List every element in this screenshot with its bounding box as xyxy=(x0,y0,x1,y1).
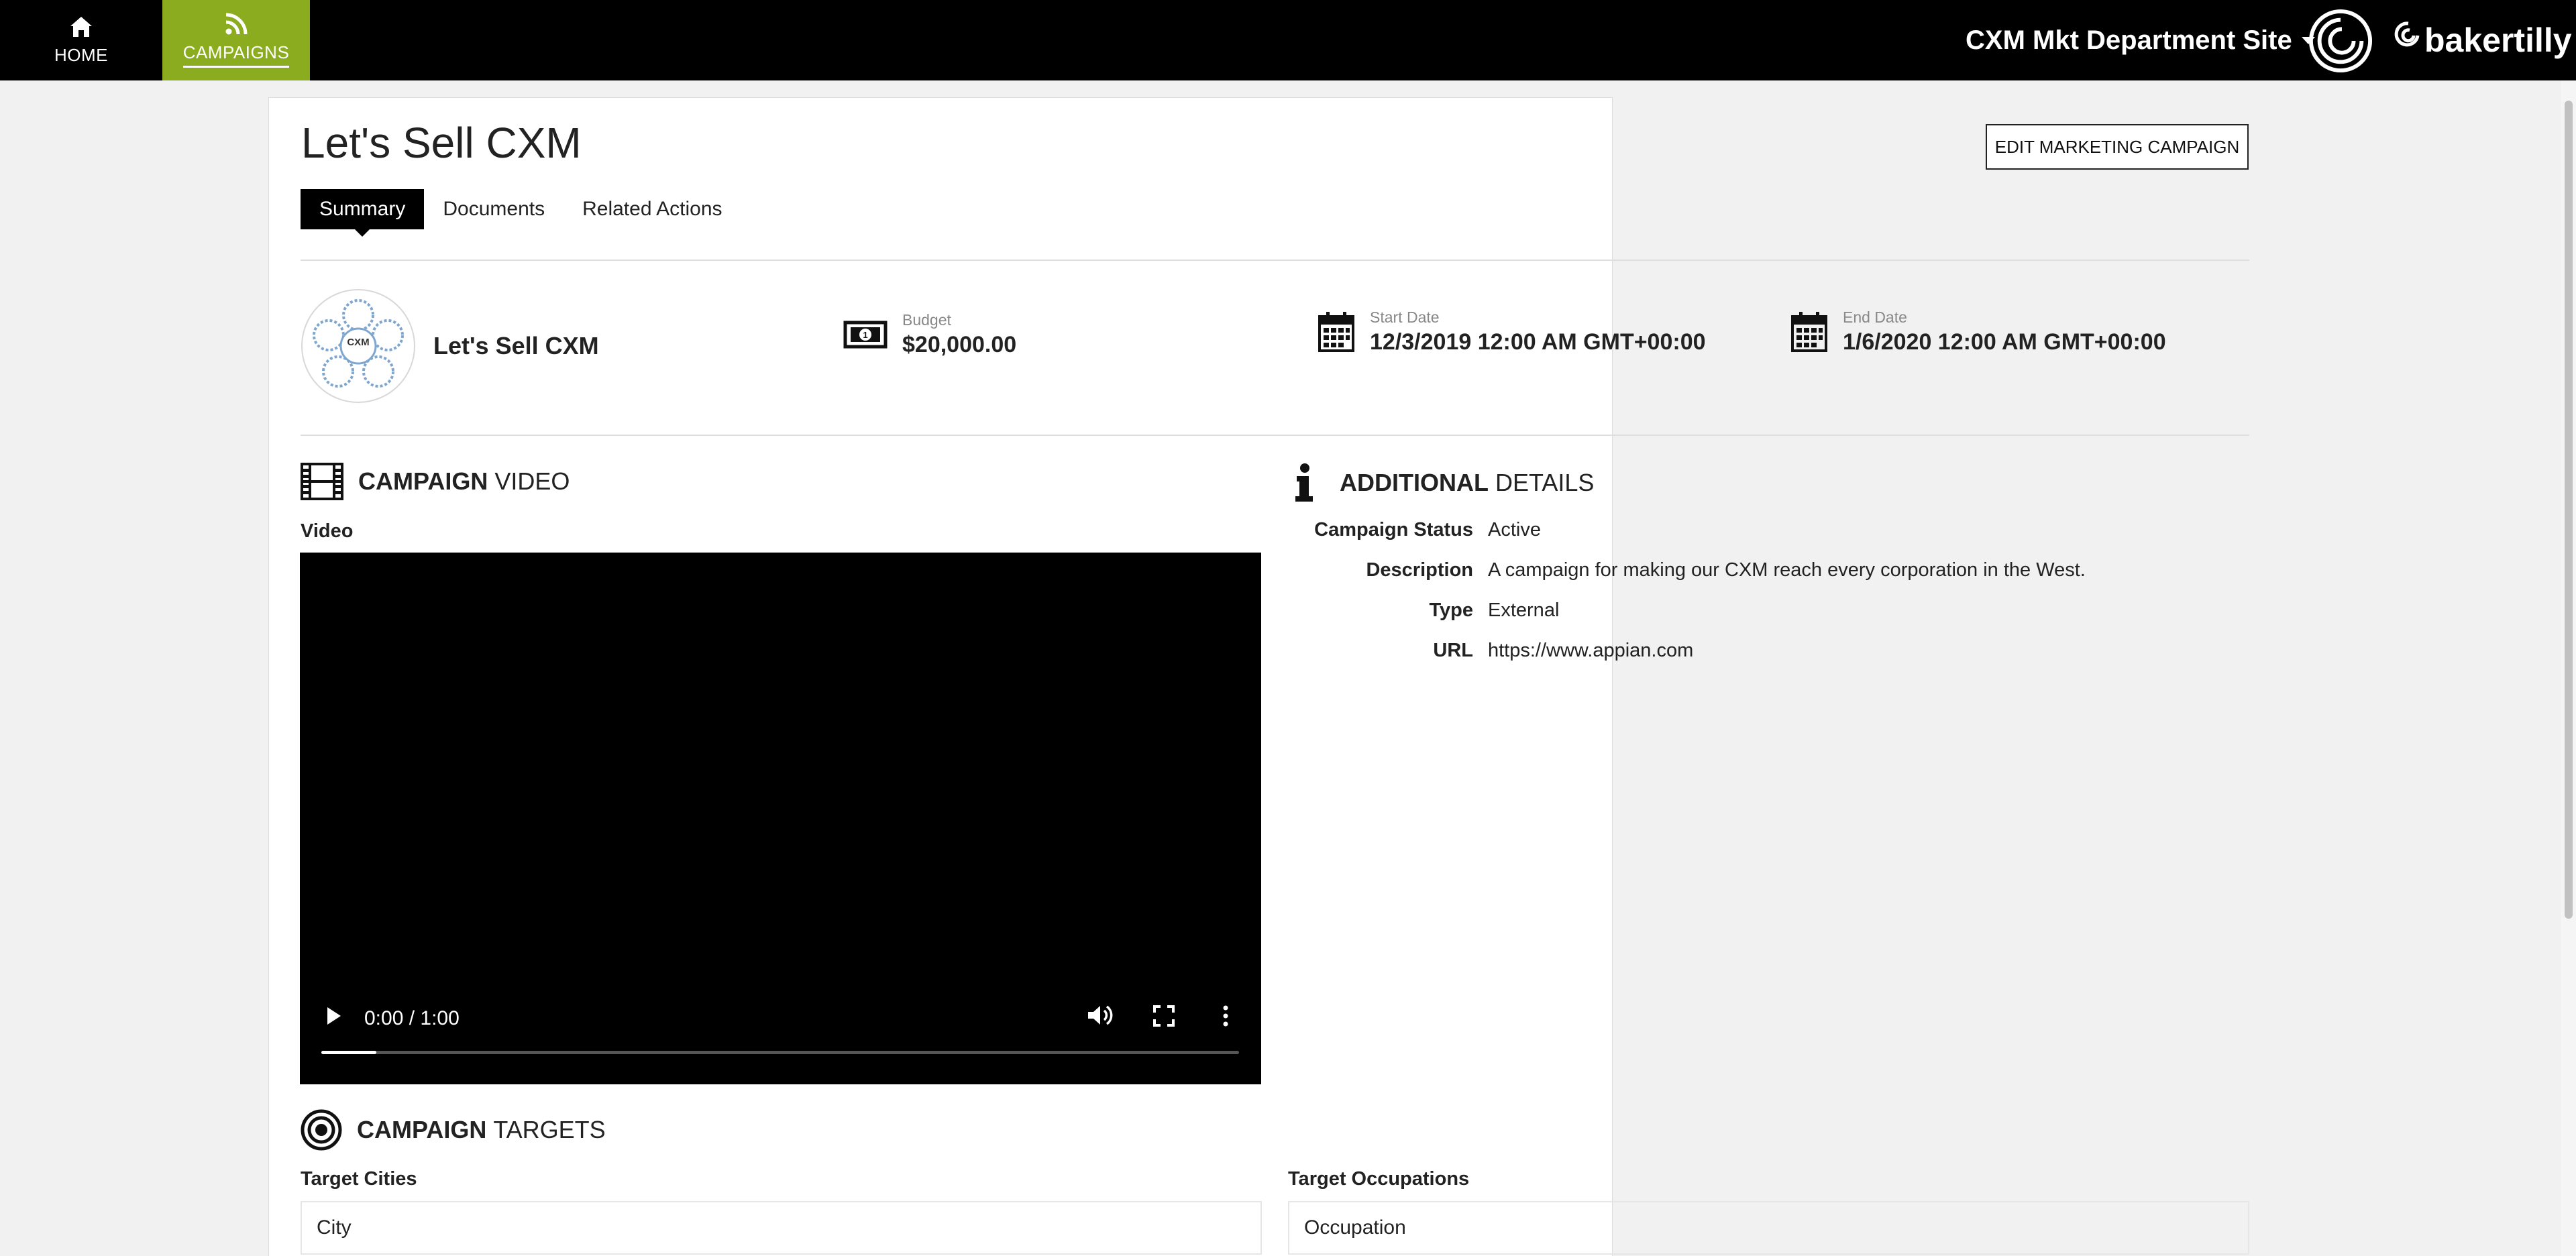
detail-key: Description xyxy=(1366,559,1473,581)
end-date-value: 1/6/2020 12:00 AM GMT+00:00 xyxy=(1843,329,2166,355)
calendar-icon xyxy=(1318,312,1354,352)
detail-value[interactable]: https://www.appian.com xyxy=(1488,640,1693,662)
nav-tab-campaigns[interactable]: CAMPAIGNS xyxy=(162,0,310,80)
play-icon[interactable] xyxy=(325,1006,343,1026)
details-list: Campaign Status Active Description A cam… xyxy=(1275,510,2086,671)
page-scrollbar[interactable] xyxy=(2561,80,2576,1256)
top-navigation-bar: HOME CAMPAIGNS CXM Mkt Department Site b… xyxy=(0,0,2576,80)
svg-text:1: 1 xyxy=(863,330,867,340)
city-column-header[interactable]: City xyxy=(317,1216,352,1239)
additional-details-heading: ADDITIONAL DETAILS xyxy=(1293,463,1594,503)
detail-value: A campaign for making our CXM reach ever… xyxy=(1488,559,2086,581)
fullscreen-icon[interactable] xyxy=(1153,1005,1175,1027)
section-title-bold: ADDITIONAL xyxy=(1340,469,1489,496)
video-player[interactable]: 0:00 / 1:00 xyxy=(300,553,1261,1084)
end-date-stat: End Date 1/6/2020 12:00 AM GMT+00:00 xyxy=(1790,308,2166,355)
brand-name: bakertilly xyxy=(2424,21,2572,59)
detail-key: Campaign Status xyxy=(1314,518,1473,540)
detail-value: External xyxy=(1488,599,1560,621)
home-icon xyxy=(70,16,92,37)
site-logo-icon xyxy=(2308,9,2373,73)
budget-label: Budget xyxy=(902,311,951,329)
campaign-video-heading: CAMPAIGN VIDEO xyxy=(301,463,570,500)
campaign-identity: CXM Let's Sell CXM xyxy=(301,288,599,404)
target-cities-label: Target Cities xyxy=(301,1168,417,1190)
detail-key: Type xyxy=(1429,599,1473,621)
tab-bar: Summary Documents Related Actions xyxy=(301,189,741,237)
budget-stat: 1 Budget $20,000.00 xyxy=(843,311,1016,358)
money-icon: 1 xyxy=(843,321,888,349)
divider xyxy=(301,260,2249,261)
section-title-bold: CAMPAIGN xyxy=(358,467,488,495)
target-icon xyxy=(301,1109,342,1151)
occupations-grid-header: Occupation xyxy=(1288,1201,2249,1255)
brand-swirl-icon xyxy=(2394,21,2420,47)
page-title: Let's Sell CXM xyxy=(301,119,582,167)
brand-logo: bakertilly xyxy=(2394,19,2572,62)
scrollbar-thumb[interactable] xyxy=(2565,101,2573,919)
tab-related-actions[interactable]: Related Actions xyxy=(564,189,741,229)
end-date-label: End Date xyxy=(1843,308,1907,326)
site-switcher[interactable]: CXM Mkt Department Site xyxy=(1966,25,2315,56)
detail-key: URL xyxy=(1433,639,1473,661)
start-date-stat: Start Date 12/3/2019 12:00 AM GMT+00:00 xyxy=(1318,308,1706,355)
video-progress-fill xyxy=(321,1051,377,1054)
more-options-icon[interactable] xyxy=(1222,1005,1230,1027)
campaign-name: Let's Sell CXM xyxy=(433,332,599,359)
section-title-light: TARGETS xyxy=(493,1116,606,1143)
volume-icon[interactable] xyxy=(1087,1004,1114,1027)
detail-row: URL https://www.appian.com xyxy=(1275,630,2086,671)
section-title-light: VIDEO xyxy=(494,467,570,495)
detail-row: Campaign Status Active xyxy=(1275,510,2086,550)
video-progress-track[interactable] xyxy=(321,1051,1239,1054)
site-name: CXM Mkt Department Site xyxy=(1966,25,2292,55)
start-date-label: Start Date xyxy=(1370,308,1440,326)
nav-home-label: HOME xyxy=(54,44,108,65)
tab-documents[interactable]: Documents xyxy=(424,189,564,229)
budget-value: $20,000.00 xyxy=(902,332,1017,357)
detail-row: Description A campaign for making our CX… xyxy=(1275,550,2086,590)
calendar-icon xyxy=(1791,312,1827,352)
divider xyxy=(301,435,2249,436)
tab-summary[interactable]: Summary xyxy=(301,189,425,237)
film-icon xyxy=(301,463,343,500)
video-time: 0:00 / 1:00 xyxy=(364,1007,460,1029)
nav-campaigns-label: CAMPAIGNS xyxy=(182,42,290,68)
start-date-value: 12/3/2019 12:00 AM GMT+00:00 xyxy=(1370,329,1706,355)
info-icon xyxy=(1295,463,1313,502)
section-title-light: DETAILS xyxy=(1495,469,1595,496)
nav-tab-home[interactable]: HOME xyxy=(0,0,162,80)
detail-value: Active xyxy=(1488,518,1541,540)
video-field-label: Video xyxy=(301,520,354,542)
cities-grid-header: City xyxy=(301,1201,1262,1255)
thumbnail-label: CXM xyxy=(347,337,370,348)
detail-row: Type External xyxy=(1275,590,2086,630)
target-occupations-label: Target Occupations xyxy=(1288,1168,1470,1190)
occupation-column-header[interactable]: Occupation xyxy=(1304,1216,1406,1239)
edit-marketing-campaign-button[interactable]: EDIT MARKETING CAMPAIGN xyxy=(1986,124,2249,170)
campaign-targets-heading: CAMPAIGN TARGETS xyxy=(301,1109,606,1151)
section-title-bold: CAMPAIGN xyxy=(357,1116,487,1143)
rss-feed-icon xyxy=(225,13,248,35)
